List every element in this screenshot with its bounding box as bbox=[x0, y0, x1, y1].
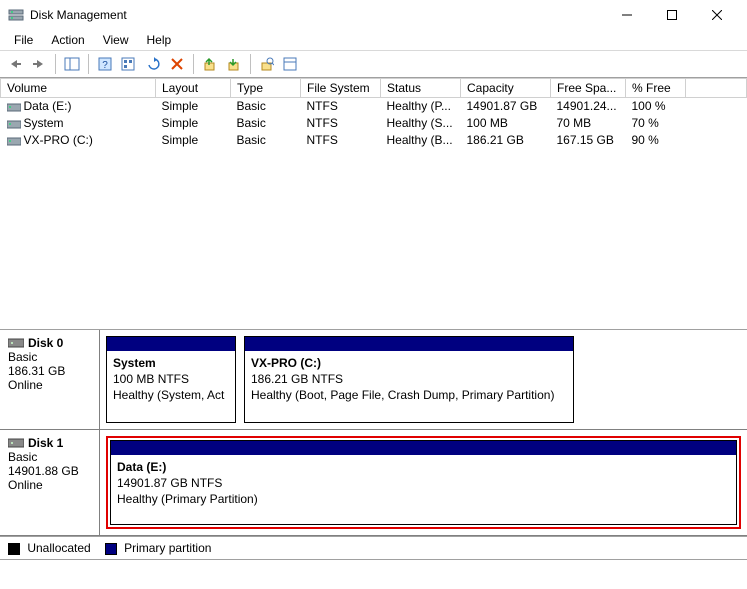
disks-pane: Disk 0 Basic 186.31 GB Online System 100… bbox=[0, 330, 747, 536]
disk-1-header: Disk 1 Basic 14901.88 GB Online bbox=[0, 430, 100, 535]
close-button[interactable] bbox=[694, 0, 739, 30]
refresh-button[interactable] bbox=[142, 53, 164, 75]
svg-text:?: ? bbox=[102, 60, 108, 71]
volume-icon bbox=[7, 135, 21, 147]
col-type[interactable]: Type bbox=[231, 79, 301, 98]
column-headers: Volume Layout Type File System Status Ca… bbox=[1, 79, 747, 98]
legend-unallocated: Unallocated bbox=[8, 541, 91, 555]
partition-header bbox=[245, 337, 573, 351]
action-button-3[interactable] bbox=[256, 53, 278, 75]
disk-0-header: Disk 0 Basic 186.31 GB Online bbox=[0, 330, 100, 429]
disk-0-size: 186.31 GB bbox=[8, 364, 91, 378]
toolbar-separator bbox=[250, 54, 251, 74]
menu-help[interactable]: Help bbox=[139, 31, 180, 49]
partition-name: Data (E:) bbox=[117, 459, 730, 475]
app-icon bbox=[8, 7, 24, 23]
partition-name: VX-PRO (C:) bbox=[251, 355, 567, 371]
partition-size: 100 MB NTFS bbox=[113, 371, 229, 387]
partition-size: 186.21 GB NTFS bbox=[251, 371, 567, 387]
volume-icon bbox=[7, 101, 21, 113]
action-button-4[interactable] bbox=[280, 53, 302, 75]
col-spacer bbox=[686, 79, 747, 98]
statusbar bbox=[0, 559, 747, 577]
show-hide-console-tree-button[interactable] bbox=[61, 53, 83, 75]
col-layout[interactable]: Layout bbox=[156, 79, 231, 98]
partition-body: VX-PRO (C:) 186.21 GB NTFS Healthy (Boot… bbox=[245, 351, 573, 408]
partition-status: Healthy (Boot, Page File, Crash Dump, Pr… bbox=[251, 387, 567, 403]
partition-size: 14901.87 GB NTFS bbox=[117, 475, 730, 491]
menu-file[interactable]: File bbox=[6, 31, 41, 49]
col-pctfree[interactable]: % Free bbox=[626, 79, 686, 98]
legend: Unallocated Primary partition bbox=[0, 536, 747, 559]
toolbar-separator bbox=[55, 54, 56, 74]
disk-1-partitions: Data (E:) 14901.87 GB NTFS Healthy (Prim… bbox=[100, 430, 747, 535]
volume-icon bbox=[7, 118, 21, 130]
table-row[interactable]: SystemSimpleBasicNTFSHealthy (S...100 MB… bbox=[1, 115, 747, 132]
partition-name: System bbox=[113, 355, 229, 371]
disk-row-1[interactable]: Disk 1 Basic 14901.88 GB Online Data (E:… bbox=[0, 430, 747, 536]
toolbar-separator bbox=[193, 54, 194, 74]
disk-0-name: Disk 0 bbox=[8, 336, 91, 350]
disk-0-type: Basic bbox=[8, 350, 91, 364]
menu-action[interactable]: Action bbox=[43, 31, 92, 49]
volumes-pane: Volume Layout Type File System Status Ca… bbox=[0, 78, 747, 330]
forward-button[interactable] bbox=[28, 53, 50, 75]
disk-1-state: Online bbox=[8, 478, 91, 492]
settings-button[interactable] bbox=[118, 53, 140, 75]
selected-partition-highlight: Data (E:) 14901.87 GB NTFS Healthy (Prim… bbox=[106, 436, 741, 529]
swatch-primary bbox=[105, 543, 117, 555]
col-filesystem[interactable]: File System bbox=[301, 79, 381, 98]
partition-body: Data (E:) 14901.87 GB NTFS Healthy (Prim… bbox=[111, 455, 736, 512]
disk-icon bbox=[8, 337, 24, 349]
partition-body: System 100 MB NTFS Healthy (System, Act bbox=[107, 351, 235, 408]
legend-primary: Primary partition bbox=[105, 541, 212, 555]
maximize-button[interactable] bbox=[649, 0, 694, 30]
menu-view[interactable]: View bbox=[95, 31, 137, 49]
swatch-unallocated bbox=[8, 543, 20, 555]
disk-0-partitions: System 100 MB NTFS Healthy (System, Act … bbox=[100, 330, 747, 429]
back-button[interactable] bbox=[4, 53, 26, 75]
titlebar: Disk Management bbox=[0, 0, 747, 30]
partition-header bbox=[107, 337, 235, 351]
partition-status: Healthy (Primary Partition) bbox=[117, 491, 730, 507]
partition-data-e[interactable]: Data (E:) 14901.87 GB NTFS Healthy (Prim… bbox=[110, 440, 737, 525]
disk-0-state: Online bbox=[8, 378, 91, 392]
disk-1-type: Basic bbox=[8, 450, 91, 464]
table-row[interactable]: VX-PRO (C:)SimpleBasicNTFSHealthy (B...1… bbox=[1, 132, 747, 149]
menubar: File Action View Help bbox=[0, 30, 747, 50]
action-button-1[interactable] bbox=[199, 53, 221, 75]
partition-header bbox=[111, 441, 736, 455]
col-freespace[interactable]: Free Spa... bbox=[551, 79, 626, 98]
disk-row-0[interactable]: Disk 0 Basic 186.31 GB Online System 100… bbox=[0, 330, 747, 430]
volumes-table: Volume Layout Type File System Status Ca… bbox=[0, 78, 747, 149]
col-capacity[interactable]: Capacity bbox=[461, 79, 551, 98]
partition-vxpro-c[interactable]: VX-PRO (C:) 186.21 GB NTFS Healthy (Boot… bbox=[244, 336, 574, 423]
toolbar: ? bbox=[0, 50, 747, 78]
col-volume[interactable]: Volume bbox=[1, 79, 156, 98]
partition-status: Healthy (System, Act bbox=[113, 387, 229, 403]
disk-1-size: 14901.88 GB bbox=[8, 464, 91, 478]
table-row[interactable]: Data (E:)SimpleBasicNTFSHealthy (P...149… bbox=[1, 98, 747, 115]
col-status[interactable]: Status bbox=[381, 79, 461, 98]
help-button[interactable]: ? bbox=[94, 53, 116, 75]
window-controls bbox=[604, 0, 739, 30]
partition-system[interactable]: System 100 MB NTFS Healthy (System, Act bbox=[106, 336, 236, 423]
disk-1-name: Disk 1 bbox=[8, 436, 91, 450]
toolbar-separator bbox=[88, 54, 89, 74]
minimize-button[interactable] bbox=[604, 0, 649, 30]
window-title: Disk Management bbox=[30, 8, 604, 22]
action-button-2[interactable] bbox=[223, 53, 245, 75]
remove-button[interactable] bbox=[166, 53, 188, 75]
disk-icon bbox=[8, 437, 24, 449]
